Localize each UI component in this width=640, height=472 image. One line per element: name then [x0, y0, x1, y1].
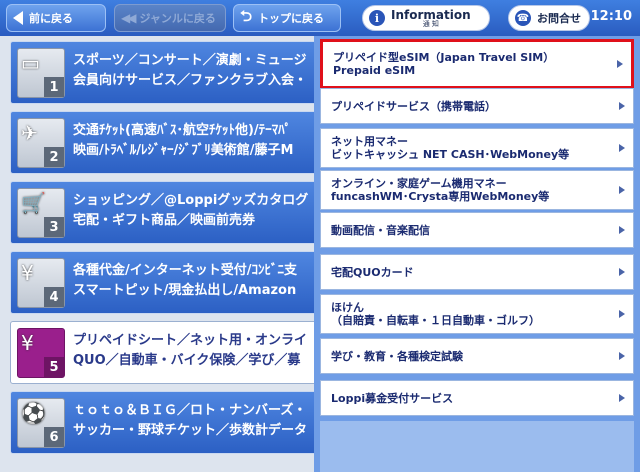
submenu-esim-line2: Prepaid eSIM [333, 64, 416, 77]
category-5[interactable]: ¥5 プリペイドシート／ネット用・オンライ QUO／自動車・バイク保険／学び／募 [10, 321, 322, 384]
chevron-right-icon [619, 226, 625, 234]
submenu-prepaid-mobile[interactable]: プリペイドサービス（携帯電話） [320, 88, 634, 124]
clock: 12:10 [590, 9, 632, 24]
cart-icon: 🛒 3 [17, 188, 65, 238]
category-5-line2: QUO／自動車・バイク保険／学び／募 [73, 353, 301, 368]
return-arrow-icon: ⮌ [240, 6, 253, 25]
submenu-learning-label: 学び・教育・各種検定試験 [331, 349, 463, 363]
back-triangle-icon [13, 11, 23, 25]
chevron-right-icon [619, 268, 625, 276]
submenu-donation-label: Loppi募金受付サービス [331, 391, 454, 405]
category-6-line1: ｔｏｔｏ＆ＢＩＧ／ロト・ナンバーズ・ [73, 403, 307, 418]
chevron-right-icon [619, 186, 625, 194]
chevron-right-icon [619, 352, 625, 360]
category-2-line1: 交通ﾁｹｯﾄ(高速ﾊﾞｽ･航空ﾁｹｯﾄ他)/ﾃｰﾏﾊﾟ [73, 123, 292, 138]
category-4-line1: 各種代金/インターネット受付/ｺﾝﾋﾞﾆ支 [73, 263, 297, 278]
phone-icon: ☎ [515, 10, 531, 26]
category-2[interactable]: ✈ 2 交通ﾁｹｯﾄ(高速ﾊﾞｽ･航空ﾁｹｯﾄ他)/ﾃｰﾏﾊﾟ 映画/ﾄﾗﾍﾞﾙ/ﾚ… [10, 111, 322, 174]
category-3-line2: 宅配・ギフト商品／映画前売券 [73, 213, 256, 228]
chevron-right-icon [617, 60, 623, 68]
category-5-line1: プリペイドシート／ネット用・オンライ [73, 333, 308, 348]
submenu-game-money[interactable]: オンライン・家庭ゲーム機用マネー funcashWM･Crysta専用WebMon… [320, 170, 634, 210]
submenu-video-music-label: 動画配信・音楽配信 [331, 223, 430, 237]
submenu-esim-line1: プリペイド型eSIM（Japan Travel SIM） [333, 51, 555, 64]
top-button-label: トップに戻る [258, 12, 325, 25]
chevron-right-icon [619, 394, 625, 402]
submenu-learning[interactable]: 学び・教育・各種検定試験 [320, 338, 634, 374]
back-button[interactable]: 前に戻る [6, 4, 106, 32]
soccer-ball-icon: ⚽ 6 [17, 398, 65, 448]
submenu-panel: プリペイド型eSIM（Japan Travel SIM） Prepaid eSIM… [314, 36, 640, 472]
submenu-quo-card-label: 宅配QUOカード [331, 265, 414, 279]
contact-label: お問合せ [537, 12, 581, 25]
category-panel: ▭ 1 スポーツ／コンサート／演劇・ミュージ 会員向けサービス／ファンクラブ入会・ … [0, 36, 322, 472]
category-3[interactable]: 🛒 3 ショッピング／@Loppiグッズカタログ 宅配・ギフト商品／映画前売券 [10, 181, 322, 244]
submenu-net-money[interactable]: ネット用マネー ビットキャッシュ NET CASH･WebMoney等 [320, 128, 634, 168]
ticket-icon: ▭ 1 [17, 48, 65, 98]
submenu-insurance[interactable]: ほけん （自賠責・自転車・１日自動車・ゴルフ） [320, 294, 634, 334]
submenu-esim[interactable]: プリペイド型eSIM（Japan Travel SIM） Prepaid eSIM [320, 39, 634, 89]
submenu-quo-card[interactable]: 宅配QUOカード [320, 254, 634, 290]
submenu-video-music[interactable]: 動画配信・音楽配信 [320, 212, 634, 248]
airplane-icon: ✈ 2 [17, 118, 65, 168]
category-4-line2: スマートピット/現金払出し/Amazon [73, 283, 297, 298]
category-1-line2: 会員向けサービス／ファンクラブ入会・ [73, 73, 308, 88]
category-4[interactable]: ¥4 各種代金/インターネット受付/ｺﾝﾋﾞﾆ支 スマートピット/現金払出し/Am… [10, 251, 322, 314]
submenu-insurance-line2: （自賠責・自転車・１日自動車・ゴルフ） [331, 314, 540, 327]
contact-button[interactable]: ☎ お問合せ [508, 5, 590, 31]
prepaid-card-icon: ¥5 [17, 328, 65, 378]
back-button-label: 前に戻る [29, 12, 73, 25]
chevron-right-icon [619, 102, 625, 110]
submenu-game-money-line1: オンライン・家庭ゲーム機用マネー [331, 177, 507, 190]
genre-back-button[interactable]: ◀◀ ジャンルに戻る [114, 4, 226, 32]
category-6[interactable]: ⚽ 6 ｔｏｔｏ＆ＢＩＧ／ロト・ナンバーズ・ サッカー・野球チケット／歩数計データ [10, 391, 322, 454]
category-1[interactable]: ▭ 1 スポーツ／コンサート／演劇・ミュージ 会員向けサービス／ファンクラブ入会・ [10, 41, 322, 104]
genre-back-label: ジャンルに戻る [139, 12, 216, 25]
top-button[interactable]: ⮌ トップに戻る [233, 4, 341, 32]
yen-icon: ¥4 [17, 258, 65, 308]
submenu-empty-area [320, 421, 634, 472]
chevron-right-icon [619, 310, 625, 318]
category-2-line2: 映画/ﾄﾗﾍﾞﾙ/ﾚｼﾞｬｰ/ｼﾞﾌﾞﾘ美術館/藤子M [73, 143, 294, 158]
submenu-insurance-line1: ほけん [331, 301, 364, 314]
information-label: Information [391, 7, 471, 22]
submenu-prepaid-mobile-label: プリペイドサービス（携帯電話） [331, 99, 496, 113]
double-left-icon: ◀◀ [121, 11, 137, 25]
submenu-net-money-line2: ビットキャッシュ NET CASH･WebMoney等 [331, 148, 570, 161]
submenu-donation[interactable]: Loppi募金受付サービス [320, 380, 634, 416]
submenu-net-money-line1: ネット用マネー [331, 135, 408, 148]
information-button[interactable]: i Information 通 知 [362, 5, 490, 31]
submenu-game-money-line2: funcashWM･Crysta専用WebMoney等 [331, 190, 550, 203]
category-3-line1: ショッピング／@Loppiグッズカタログ [73, 193, 309, 208]
category-1-line1: スポーツ／コンサート／演劇・ミュージ [73, 53, 307, 68]
top-bar: 前に戻る ◀◀ ジャンルに戻る ⮌ トップに戻る i Information 通… [0, 0, 640, 36]
chevron-right-icon [619, 144, 625, 152]
information-sublabel: 通 知 [422, 19, 439, 28]
info-icon: i [369, 10, 385, 26]
category-6-line2: サッカー・野球チケット／歩数計データ [73, 423, 308, 438]
